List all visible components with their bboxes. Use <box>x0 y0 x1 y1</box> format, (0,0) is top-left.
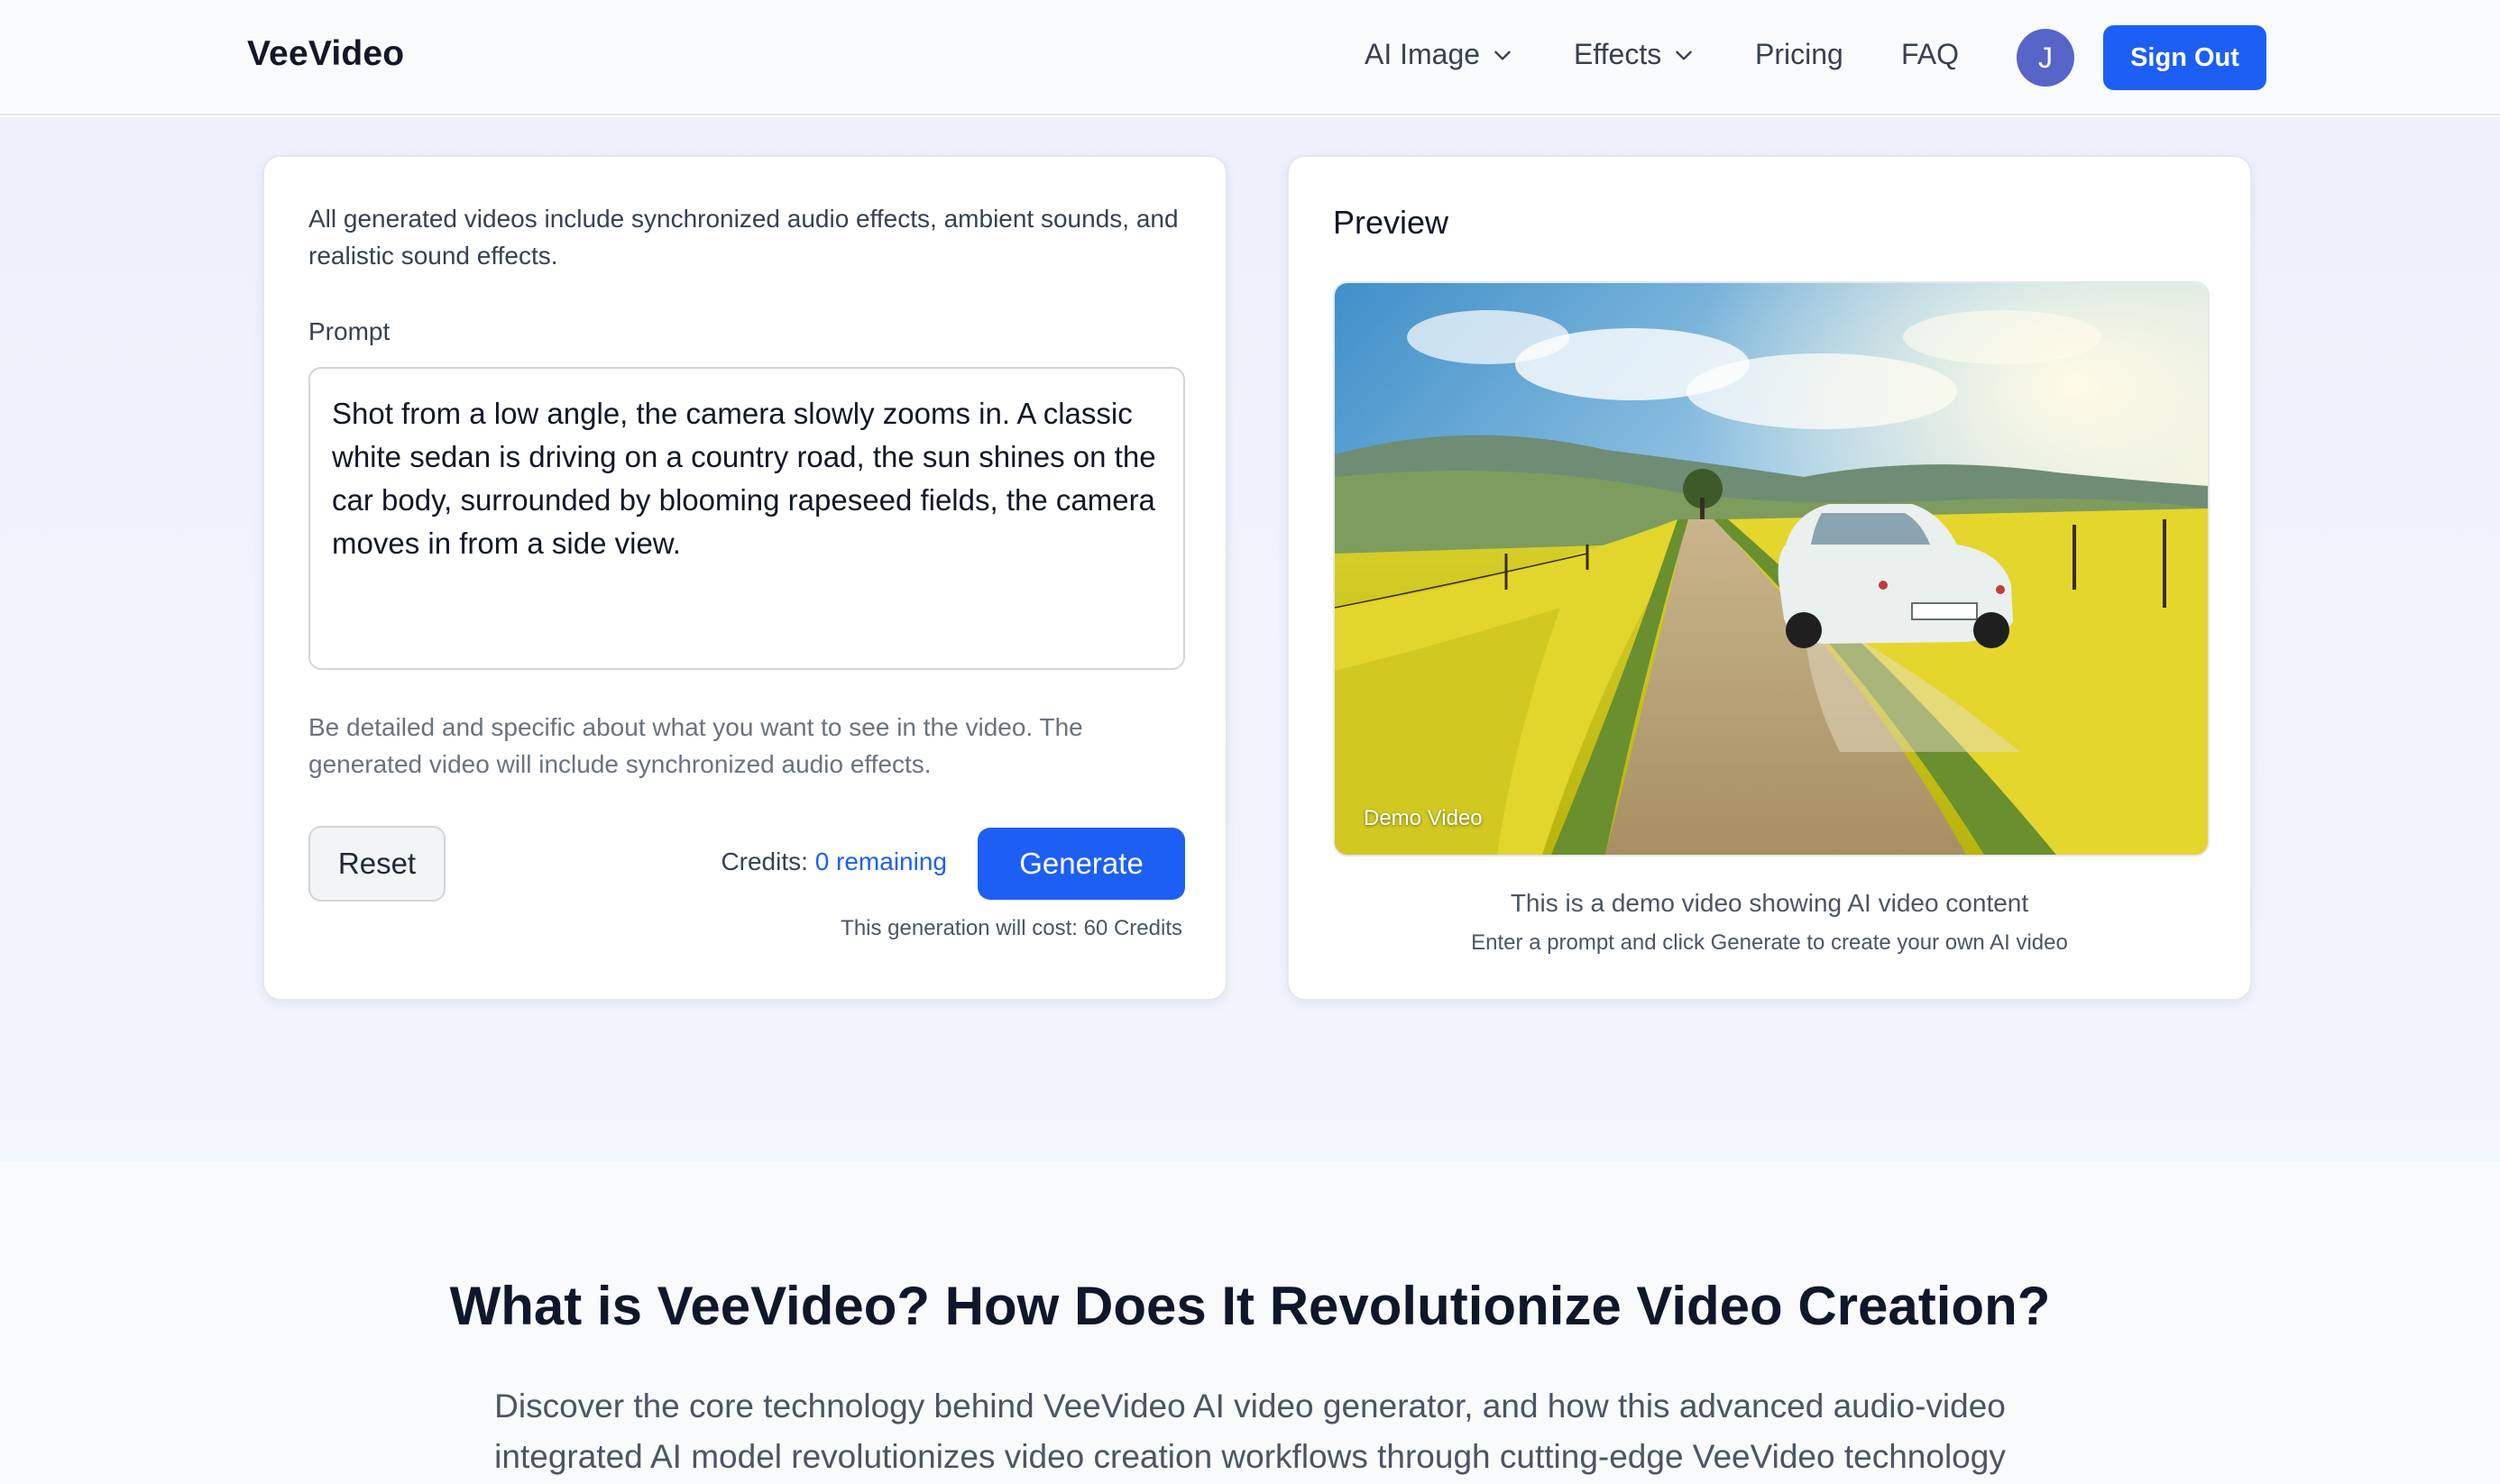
generation-cost-text: This generation will cost: 60 Credits <box>841 916 1182 940</box>
generate-button[interactable]: Generate <box>978 828 1185 900</box>
chevron-down-icon <box>1494 50 1511 60</box>
nav-item-effects[interactable]: Effects <box>1574 38 1696 71</box>
generator-card: All generated videos include synchronize… <box>262 155 1227 1001</box>
preview-card: Preview Demo Video This is a demo video … <box>1287 155 2252 1001</box>
nav-item-label: FAQ <box>1901 38 1960 70</box>
preview-title: Preview <box>1333 204 1449 241</box>
nav-item-label: Effects <box>1574 38 1662 70</box>
prompt-textarea[interactable]: Shot from a low angle, the camera slowly… <box>308 367 1185 670</box>
avatar[interactable]: J <box>2017 29 2074 87</box>
nav-item-label: Pricing <box>1755 38 1843 70</box>
credits-display: Credits: 0 remaining <box>721 847 947 876</box>
about-title: What is VeeVideo? How Does It Revolution… <box>449 1276 2051 1336</box>
demo-video-player[interactable]: Demo Video <box>1333 281 2210 857</box>
avatar-initial: J <box>2038 41 2053 74</box>
credits-remaining-link[interactable]: 0 remaining <box>815 847 947 875</box>
about-section: What is VeeVideo? How Does It Revolution… <box>0 1161 2500 1484</box>
nav-item-faq[interactable]: FAQ <box>1901 38 1959 71</box>
chevron-down-icon <box>1676 50 1693 60</box>
audio-info-text: All generated videos include synchronize… <box>308 205 1179 270</box>
preview-subcaption: Enter a prompt and click Generate to cre… <box>1471 930 2068 955</box>
preview-caption: This is a demo video showing AI video co… <box>1510 889 2029 917</box>
about-description: Discover the core technology behind VeeV… <box>494 1388 2006 1475</box>
reset-button[interactable]: Reset <box>308 826 446 902</box>
nav-item-pricing[interactable]: Pricing <box>1755 38 1843 71</box>
demo-video-thumbnail <box>1335 283 2208 855</box>
demo-video-label: Demo Video <box>1364 806 1483 830</box>
nav-item-ai-image[interactable]: AI Image <box>1365 38 1514 71</box>
nav-item-label: AI Image <box>1365 38 1481 70</box>
credits-label: Credits: <box>721 847 808 875</box>
site-logo[interactable]: VeeVideo <box>247 34 404 74</box>
prompt-helper-text: Be detailed and specific about what you … <box>308 713 1083 778</box>
prompt-label: Prompt <box>308 317 391 345</box>
sign-out-button[interactable]: Sign Out <box>2103 25 2266 90</box>
top-navbar: VeeVideo AI Image Effects Pricing FAQ J … <box>0 0 2500 115</box>
